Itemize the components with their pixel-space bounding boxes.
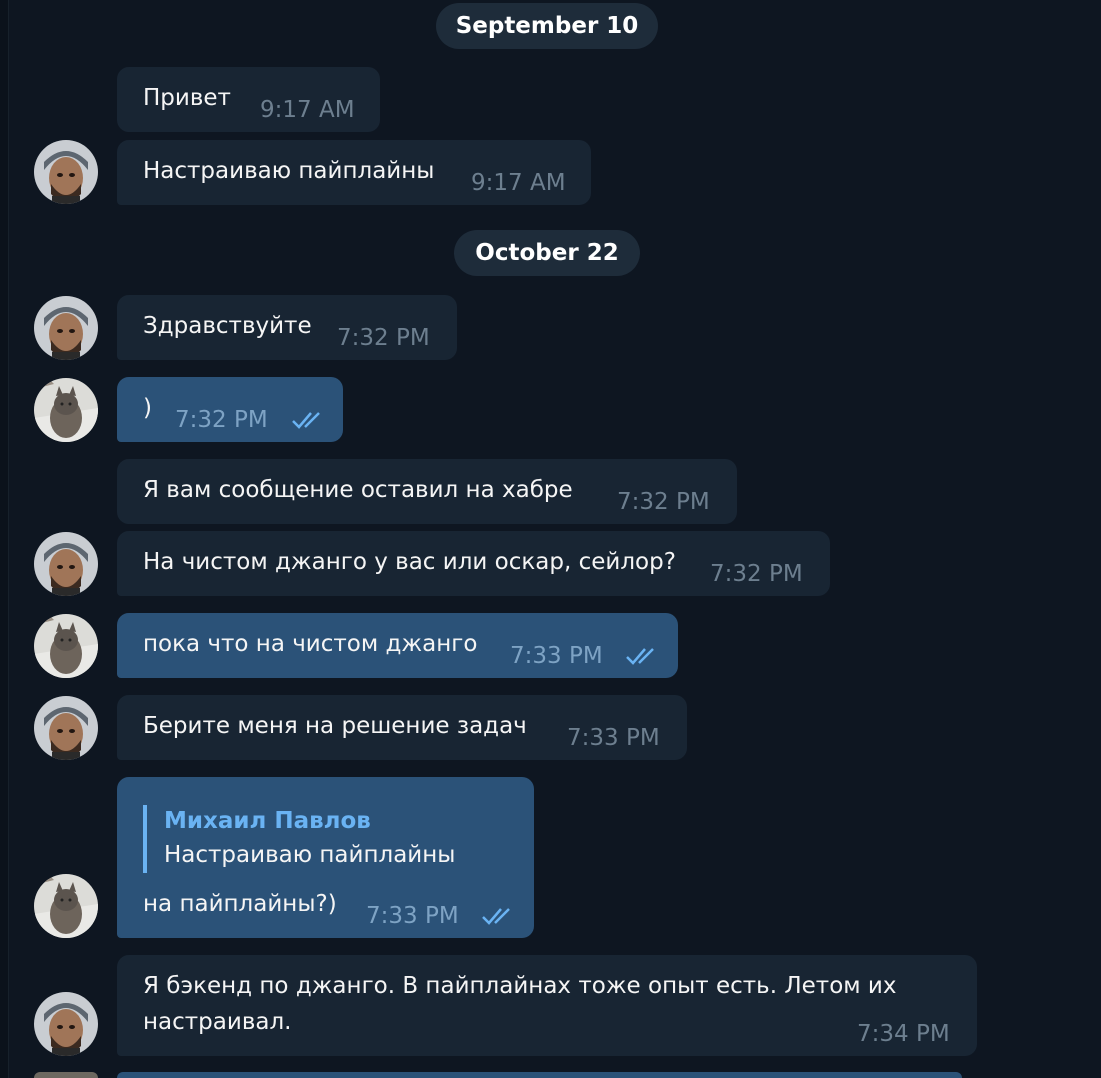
double-check-icon	[482, 908, 510, 925]
incoming-message[interactable]: Я бэкенд по джанго. В пайплайнах тоже оп…	[117, 955, 977, 1056]
date-separator: October 22	[454, 230, 640, 276]
incoming-message[interactable]: На чистом джанго у вас или оскар, сейлор…	[117, 531, 830, 596]
own-avatar-partial	[34, 1072, 98, 1078]
message-text: Я вам сообщение оставил на хабре	[143, 477, 573, 503]
message-text: Берите меня на решение задач	[143, 713, 527, 739]
message-time: 9:17 AM	[260, 97, 355, 123]
sender-avatar[interactable]	[34, 992, 98, 1056]
message-time: 7:33 PM	[366, 903, 459, 929]
outgoing-message[interactable]: ) 7:32 PM	[117, 377, 343, 442]
date-separator: September 10	[436, 3, 658, 49]
message-time: 7:33 PM	[567, 725, 660, 751]
double-check-icon	[292, 412, 320, 429]
message-text: Настраиваю пайплайны	[143, 158, 435, 184]
message-text: На чистом джанго у вас или оскар, сейлор…	[143, 549, 676, 575]
sender-avatar[interactable]	[34, 296, 98, 360]
message-text: на пайплайны?)	[143, 891, 337, 917]
own-avatar[interactable]	[34, 614, 98, 678]
message-text: Я бэкенд по джанго. В пайплайнах тоже оп…	[143, 973, 897, 999]
message-time: 7:33 PM	[510, 643, 603, 669]
outgoing-message-partial[interactable]	[117, 1072, 962, 1078]
sender-avatar[interactable]	[34, 532, 98, 596]
incoming-message[interactable]: Я вам сообщение оставил на хабре 7:32 PM	[117, 459, 737, 524]
chat-list-edge	[0, 0, 9, 1078]
incoming-message[interactable]: Настраиваю пайплайны 9:17 AM	[117, 140, 591, 205]
own-avatar[interactable]	[34, 874, 98, 938]
message-time: 7:32 PM	[175, 407, 268, 433]
reply-author: Михаил Павлов	[164, 808, 371, 834]
outgoing-message[interactable]: пока что на чистом джанго 7:33 PM	[117, 613, 678, 678]
incoming-message[interactable]: Здравствуйте 7:32 PM	[117, 295, 457, 360]
incoming-message[interactable]: Привет 9:17 AM	[117, 67, 380, 132]
message-text: )	[143, 395, 152, 421]
message-time: 7:34 PM	[857, 1021, 950, 1047]
sender-avatar[interactable]	[34, 696, 98, 760]
message-time: 7:32 PM	[617, 489, 710, 515]
message-time: 7:32 PM	[337, 325, 430, 351]
message-text: пока что на чистом джанго	[143, 631, 478, 657]
message-text: Здравствуйте	[143, 313, 312, 339]
sender-avatar[interactable]	[34, 140, 98, 204]
incoming-message[interactable]: Берите меня на решение задач 7:33 PM	[117, 695, 687, 760]
outgoing-message[interactable]: Михаил Павлов Настраиваю пайплайны на па…	[117, 777, 534, 938]
message-time: 7:32 PM	[710, 561, 803, 587]
double-check-icon	[626, 648, 654, 665]
message-time: 9:17 AM	[471, 170, 566, 196]
reply-quote[interactable]: Михаил Павлов Настраиваю пайплайны	[143, 805, 455, 873]
message-text-continued: настраивал.	[143, 1009, 292, 1035]
message-text: Привет	[143, 85, 231, 111]
reply-text: Настраиваю пайплайны	[164, 842, 456, 868]
own-avatar[interactable]	[34, 378, 98, 442]
